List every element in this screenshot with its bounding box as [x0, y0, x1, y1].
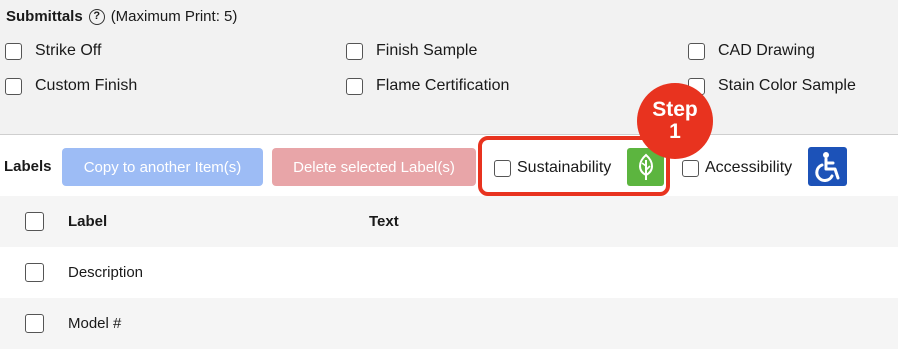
sustainability-toggle[interactable]: Sustainability [494, 159, 611, 177]
step-callout-badge: Step 1 [637, 83, 713, 159]
checkbox[interactable] [688, 42, 705, 60]
help-icon[interactable]: ? [88, 8, 105, 25]
checkbox[interactable] [5, 42, 22, 60]
submittal-option-custom-finish[interactable]: Custom Finish [5, 77, 137, 95]
wheelchair-icon [808, 147, 847, 186]
submittal-option-finish-sample[interactable]: Finish Sample [346, 42, 477, 60]
submittal-option-label: Flame Certification [376, 77, 510, 94]
accessibility-label: Accessibility [705, 159, 793, 176]
copy-to-another-item-button[interactable]: Copy to another Item(s) [62, 148, 263, 186]
sustainability-checkbox[interactable] [494, 159, 511, 177]
accessibility-toggle[interactable]: Accessibility [682, 159, 792, 177]
section-divider [0, 134, 898, 135]
labels-title: Labels [4, 158, 52, 175]
row-checkbox[interactable] [25, 263, 44, 282]
row-checkbox[interactable] [25, 314, 44, 333]
table-header-row: Label Text [0, 196, 898, 247]
checkbox[interactable] [346, 77, 363, 95]
submittals-max-print-note: (Maximum Print: 5) [110, 8, 238, 25]
table-row[interactable]: Description [0, 247, 898, 298]
step-callout-word: Step [652, 97, 698, 121]
sustainability-label: Sustainability [517, 159, 612, 176]
table-row[interactable]: Model # [0, 298, 898, 349]
submittal-option-strike-off[interactable]: Strike Off [5, 42, 101, 60]
submittal-option-label: Strike Off [35, 42, 102, 59]
column-header-label: Label [68, 213, 108, 230]
submittal-option-label: Stain Color Sample [718, 77, 856, 94]
submittals-header: Submittals ? (Maximum Print: 5) [6, 8, 237, 25]
delete-selected-labels-button[interactable]: Delete selected Label(s) [272, 148, 476, 186]
submittal-option-stain-color-sample[interactable]: Stain Color Sample [688, 77, 856, 95]
submittal-option-label: Custom Finish [35, 77, 138, 94]
step-callout-number: 1 [669, 120, 681, 143]
select-all-checkbox[interactable] [25, 212, 44, 231]
submittal-option-cad-drawing[interactable]: CAD Drawing [688, 42, 815, 60]
submittal-option-flame-certification[interactable]: Flame Certification [346, 77, 509, 95]
submittal-option-label: Finish Sample [376, 42, 478, 59]
row-label: Description [68, 264, 144, 281]
row-label: Model # [68, 315, 122, 332]
checkbox[interactable] [5, 77, 22, 95]
accessibility-checkbox[interactable] [682, 159, 699, 177]
column-header-text: Text [369, 213, 399, 230]
labels-toolbar: Labels Copy to another Item(s) Delete se… [0, 136, 898, 196]
submittal-option-label: CAD Drawing [718, 42, 815, 59]
checkbox[interactable] [346, 42, 363, 60]
submittals-section: Submittals ? (Maximum Print: 5) Strike O… [0, 0, 898, 135]
submittals-title: Submittals [6, 8, 83, 25]
